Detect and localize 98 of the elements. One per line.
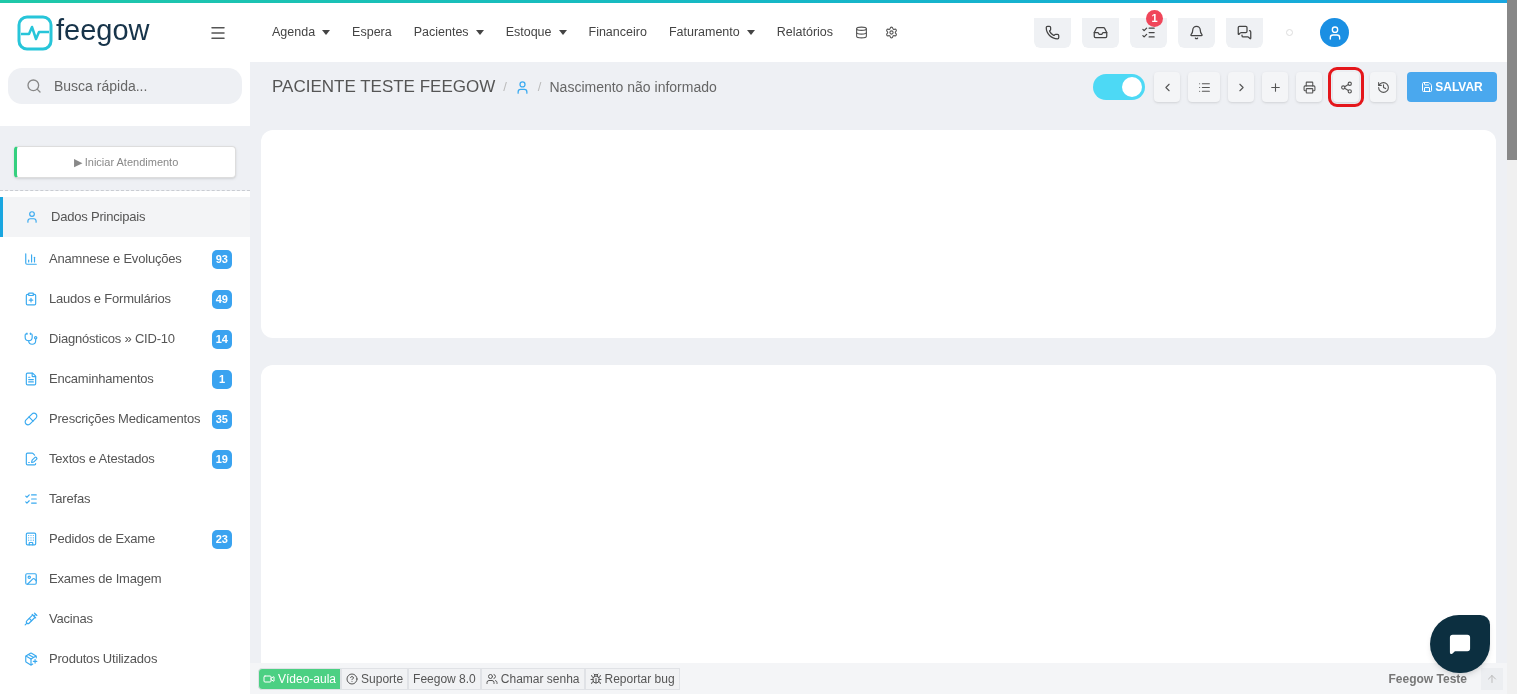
checklist-icon xyxy=(24,492,38,506)
footer-button[interactable]: Chamar senha xyxy=(480,667,585,690)
toggle-thumb xyxy=(1122,77,1142,97)
sidebar-item[interactable]: Encaminhamentos 1 xyxy=(0,359,250,399)
footer-button[interactable]: Reportar bug xyxy=(584,667,680,690)
user-name: Feegow Teste xyxy=(1388,670,1467,688)
breadcrumb-separator: / xyxy=(537,78,542,97)
users-icon xyxy=(485,672,498,685)
settings-icon[interactable] xyxy=(885,26,899,39)
printer-icon xyxy=(1302,80,1316,94)
sidebar-label: Pedidos de Exame xyxy=(49,530,155,549)
toolbar-button[interactable] xyxy=(1296,72,1322,102)
count-badge: 23 xyxy=(211,529,232,549)
toggle-switch[interactable] xyxy=(1093,74,1145,100)
database-icon[interactable] xyxy=(855,26,869,39)
sidebar-label: Exames de Imagem xyxy=(49,570,162,589)
image-icon xyxy=(24,572,38,586)
count-badge: 93 xyxy=(211,249,232,269)
logo-icon xyxy=(17,14,53,51)
user-icon xyxy=(25,210,39,224)
logo-text: feegow xyxy=(56,16,150,48)
sidebar-item[interactable]: Exames de Imagem xyxy=(0,559,250,599)
header-icon-button[interactable]: 1 xyxy=(1130,9,1167,48)
package-icon xyxy=(24,652,38,666)
birth-date-text: Nascimento não informado xyxy=(549,77,717,97)
save-icon xyxy=(1421,81,1434,93)
sidebar-item[interactable]: Diagnósticos » CID-10 14 xyxy=(0,319,250,359)
count-badge: 1 xyxy=(212,369,232,389)
video-icon xyxy=(263,672,275,685)
sidebar-label: Prescrições Medicamentos xyxy=(49,410,201,429)
count-badge: 35 xyxy=(211,409,232,429)
search-icon xyxy=(26,78,42,94)
caret-icon xyxy=(322,30,331,35)
bell-icon xyxy=(1189,25,1204,40)
caret-icon xyxy=(475,30,484,35)
chat-icon xyxy=(1237,25,1252,40)
bug-icon xyxy=(589,672,602,685)
sidebar-item[interactable]: Pedidos de Exame 23 xyxy=(0,519,250,559)
nav-link[interactable]: Faturamento xyxy=(668,23,755,42)
arrow-up-icon xyxy=(1486,672,1498,685)
phone-icon xyxy=(1045,25,1060,40)
sidebar-label: Dados Principais xyxy=(51,208,146,227)
count-badge: 49 xyxy=(211,289,232,309)
sidebar-item[interactable]: Laudos e Formulários 49 xyxy=(0,279,250,319)
nav-link[interactable]: Pacientes xyxy=(413,23,484,42)
avatar[interactable] xyxy=(1320,18,1349,47)
footer-button[interactable]: Feegow 8.0 xyxy=(408,667,481,690)
sidebar-label: Encaminhamentos xyxy=(49,370,154,389)
nav-link[interactable]: Espera xyxy=(352,23,392,42)
patient-name: PACIENTE TESTE FEEGOW xyxy=(272,76,496,99)
sidebar-label: Anamnese e Evoluções xyxy=(49,250,182,269)
nav-link[interactable]: Estoque xyxy=(505,23,567,42)
notification-badge: 1 xyxy=(1146,9,1163,27)
pill-icon xyxy=(24,412,38,426)
chart-icon xyxy=(24,252,38,266)
sidebar-label: Produtos Utilizados xyxy=(49,650,158,669)
sidebar-item[interactable]: Produtos Utilizados xyxy=(0,639,250,679)
stethoscope-icon xyxy=(24,332,38,346)
sidebar-label: Tarefas xyxy=(49,490,91,509)
building-icon xyxy=(24,532,38,546)
breadcrumb-separator: / xyxy=(503,78,507,97)
count-badge: 14 xyxy=(211,329,232,349)
toolbar-button[interactable] xyxy=(1188,72,1220,102)
sidebar-label: Textos e Atestados xyxy=(49,450,155,469)
sidebar-item[interactable]: Dados Principais xyxy=(0,197,250,237)
footer-button[interactable]: Suporte xyxy=(341,667,409,690)
share-icon xyxy=(1339,80,1353,94)
sidebar-label: Laudos e Formulários xyxy=(49,290,171,309)
document-icon xyxy=(24,372,38,386)
sidebar-item[interactable]: Prescrições Medicamentos 35 xyxy=(0,399,250,439)
caret-icon xyxy=(746,30,755,35)
nav-link[interactable]: Agenda xyxy=(272,23,331,42)
help-icon xyxy=(346,672,359,685)
sidebar-label: Diagnósticos » CID-10 xyxy=(49,330,175,349)
history-icon xyxy=(1376,80,1390,94)
toolbar-button[interactable] xyxy=(1370,72,1396,102)
scrollbar[interactable] xyxy=(1507,3,1517,694)
sidebar-item[interactable]: Vacinas xyxy=(0,599,250,639)
syringe-icon xyxy=(24,612,38,626)
sidebar-item[interactable]: Anamnese e Evoluções 93 xyxy=(0,239,250,279)
sidebar-item[interactable]: Textos e Atestados 19 xyxy=(0,439,250,479)
caret-icon xyxy=(558,30,567,35)
start-consultation-button[interactable]: ▶ Iniciar Atendimento xyxy=(14,146,236,178)
sidebar-label: Vacinas xyxy=(49,610,93,629)
search-field[interactable]: Busca rápida... xyxy=(8,68,242,104)
clipboard-icon xyxy=(24,292,38,306)
checklist-icon xyxy=(1141,25,1156,40)
plus-icon xyxy=(1268,80,1282,94)
toolbar-button[interactable] xyxy=(1262,72,1288,102)
list-icon xyxy=(1197,80,1211,94)
user-icon xyxy=(514,79,530,95)
chat-icon xyxy=(1449,633,1471,655)
count-badge: 19 xyxy=(211,449,232,469)
sidebar-item[interactable]: Tarefas xyxy=(0,479,250,519)
document-icon xyxy=(24,452,38,466)
nav-link[interactable]: Relatórios xyxy=(776,23,834,42)
nav-link[interactable]: Financeiro xyxy=(588,23,647,42)
inbox-icon xyxy=(1093,25,1108,40)
